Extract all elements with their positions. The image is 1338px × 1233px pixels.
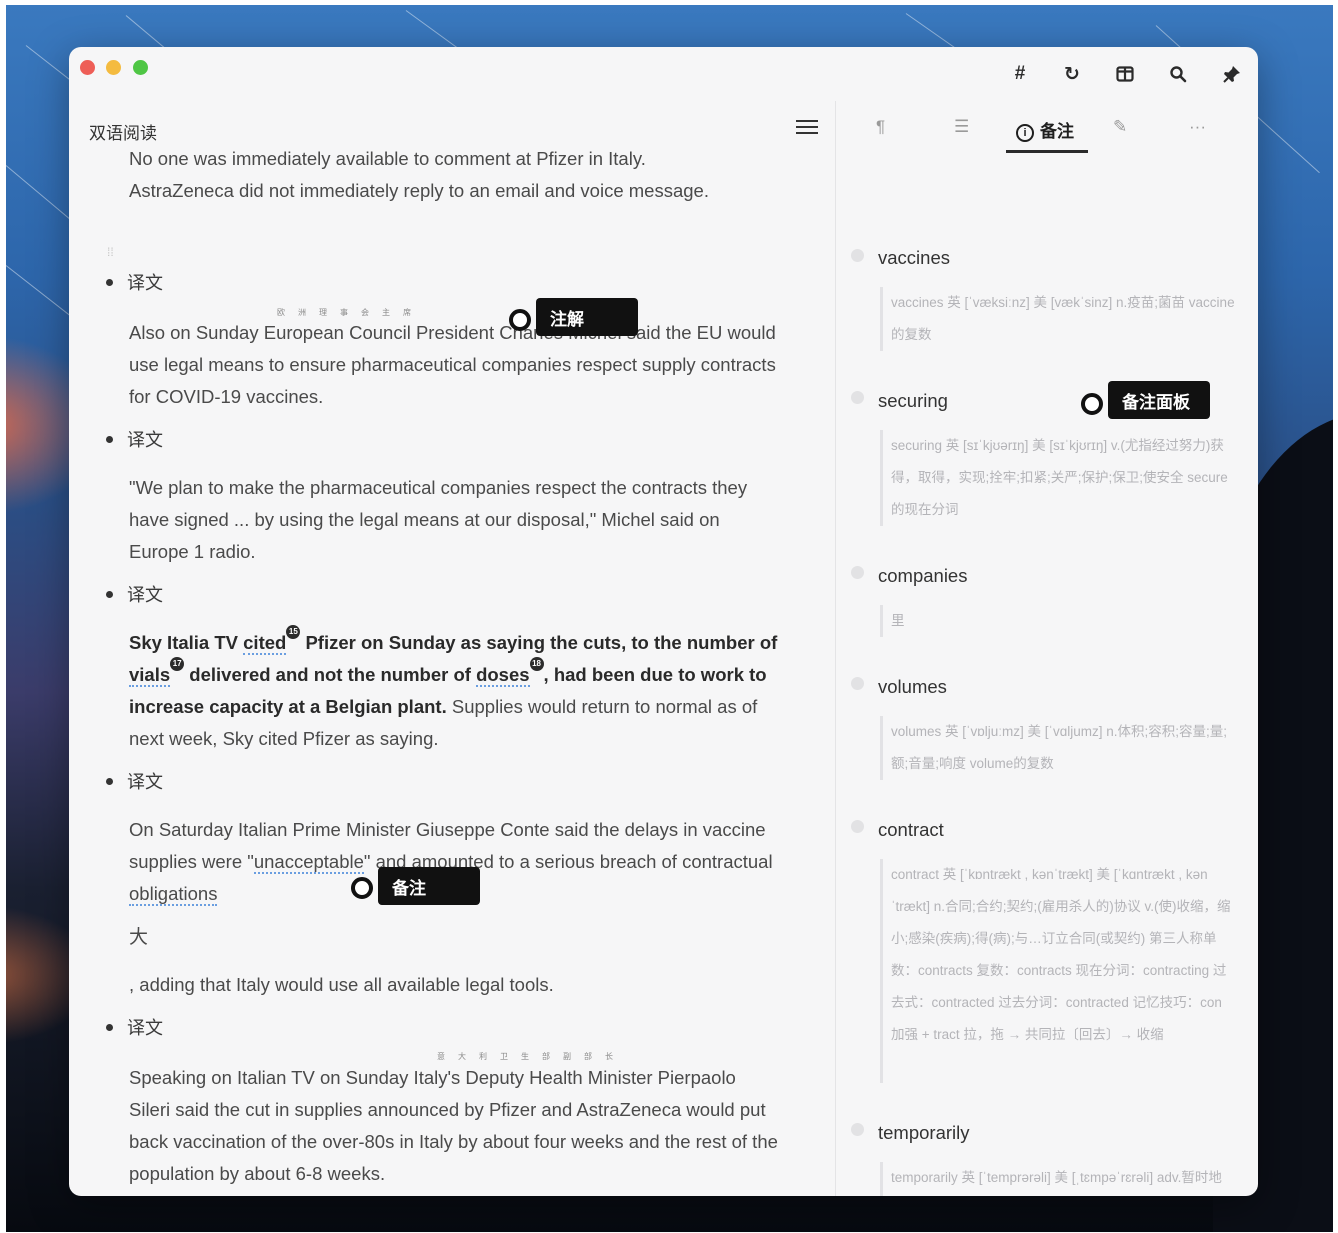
minimize-window-button[interactable] bbox=[106, 60, 121, 75]
vocab-definition: 里 bbox=[880, 605, 1235, 637]
vocab-word[interactable]: temporarily bbox=[878, 1122, 970, 1144]
reader-paragraph[interactable]: Speaking on Italian TV on Sunday Italy's… bbox=[129, 1062, 779, 1190]
vocab-word[interactable]: volumes bbox=[878, 676, 947, 698]
vocab-word[interactable]: contract bbox=[878, 819, 944, 841]
notes-pane: ¶ ☰ i 备注 ✎ ··· vaccines vaccines 英 [ˈvæks… bbox=[836, 101, 1258, 1196]
vocab-word[interactable]: vaccines bbox=[878, 247, 950, 269]
callout-marker bbox=[351, 877, 373, 899]
note-count-badge: 17 bbox=[170, 657, 185, 671]
vocab-checkbox[interactable] bbox=[851, 249, 864, 262]
hash-icon[interactable]: # bbox=[1007, 61, 1033, 87]
vocab-definition: contract 英 [ˈkɒntrækt , kənˈtrækt] 美 [ˈk… bbox=[880, 859, 1235, 1083]
callout-marker bbox=[1081, 393, 1103, 415]
callout-marker bbox=[509, 309, 531, 331]
vocab-word[interactable]: companies bbox=[878, 565, 967, 587]
vocab-checkbox[interactable] bbox=[851, 677, 864, 690]
user-note[interactable]: 大 bbox=[129, 922, 779, 954]
layout-icon[interactable] bbox=[1112, 61, 1138, 87]
vocab-word[interactable]: securing bbox=[878, 390, 948, 412]
search-icon[interactable] bbox=[1165, 61, 1191, 87]
vocab-word[interactable]: obligations bbox=[129, 883, 218, 906]
reader-paragraph[interactable]: AstraZeneca did not immediately reply to… bbox=[129, 175, 779, 207]
translation-toggle[interactable]: 译文 bbox=[106, 1014, 163, 1040]
zoom-window-button[interactable] bbox=[133, 60, 148, 75]
vocab-checkbox[interactable] bbox=[851, 391, 864, 404]
vocab-checkbox[interactable] bbox=[851, 820, 864, 833]
vocab-definition: securing 英 [sɪˈkjʊərɪŋ] 美 [sɪˈkjʊrɪŋ] v.… bbox=[880, 430, 1235, 526]
menu-icon[interactable] bbox=[796, 117, 818, 139]
info-icon: i bbox=[1016, 123, 1034, 142]
callout-note: 备注 bbox=[378, 867, 480, 905]
reader-paragraph[interactable]: Also on Sunday European Council Presiden… bbox=[129, 317, 779, 413]
tab-paragraph-icon[interactable]: ¶ bbox=[876, 117, 885, 137]
translation-toggle[interactable]: 译文 bbox=[106, 426, 163, 452]
ruby-annotation: 意大利卫生部副部长 bbox=[437, 1052, 626, 1061]
vocab-definition: vaccines 英 [ˈvæksiːnz] 美 [vækˈsinz] n.疫苗… bbox=[880, 287, 1235, 351]
reader-paragraph[interactable]: , adding that Italy would use all availa… bbox=[129, 969, 779, 1001]
tab-wand-icon[interactable]: ✎ bbox=[1113, 117, 1127, 137]
tab-more-icon[interactable]: ··· bbox=[1189, 117, 1206, 137]
tab-notes[interactable]: i 备注 bbox=[1016, 117, 1074, 142]
reader-paragraph[interactable]: No one was immediately available to comm… bbox=[129, 143, 779, 175]
vocab-checkbox[interactable] bbox=[851, 1123, 864, 1136]
translation-toggle[interactable]: 译文 bbox=[106, 768, 163, 794]
app-title: 双语阅读 bbox=[89, 124, 157, 143]
vocab-word[interactable]: vials bbox=[129, 664, 171, 687]
tab-outline-icon[interactable]: ☰ bbox=[954, 117, 969, 137]
callout-annotation: 注解 bbox=[536, 298, 638, 336]
vocab-definition: volumes 英 [ˈvɒljuːmz] 美 [ˈvɑljumz] n.体积;… bbox=[880, 716, 1235, 780]
reader-paragraph[interactable]: "We plan to make the pharmaceutical comp… bbox=[129, 472, 779, 568]
vocab-word[interactable]: doses bbox=[476, 664, 530, 687]
note-count-badge: 15 bbox=[286, 625, 301, 639]
active-tab-underline bbox=[1006, 150, 1088, 153]
app-window: # ↻ 双语阅读 No one was immediately availabl… bbox=[69, 47, 1258, 1196]
reader-paragraph[interactable]: Sky Italia TV cited15 Pfizer on Sunday a… bbox=[129, 625, 779, 755]
vocab-word[interactable]: cited bbox=[243, 632, 287, 655]
translation-toggle[interactable]: 译文 bbox=[106, 269, 163, 295]
drag-handle-icon[interactable]: ⁞⁞ bbox=[107, 246, 119, 258]
vocab-word[interactable]: unacceptable bbox=[253, 851, 364, 874]
pin-icon[interactable] bbox=[1219, 61, 1245, 87]
callout-notes-panel: 备注面板 bbox=[1108, 381, 1210, 419]
title-bar: # ↻ bbox=[69, 47, 1258, 101]
note-count-badge: 18 bbox=[529, 657, 544, 671]
translation-toggle[interactable]: 译文 bbox=[106, 581, 163, 607]
vocab-checkbox[interactable] bbox=[851, 566, 864, 579]
reader-pane: 双语阅读 No one was immediately available to… bbox=[69, 101, 835, 1196]
close-window-button[interactable] bbox=[80, 60, 95, 75]
refresh-icon[interactable]: ↻ bbox=[1059, 61, 1085, 87]
vocab-definition: temporarily 英 [ˈtemprərəli] 美 [ˌtɛmpəˈrɛ… bbox=[880, 1162, 1235, 1196]
